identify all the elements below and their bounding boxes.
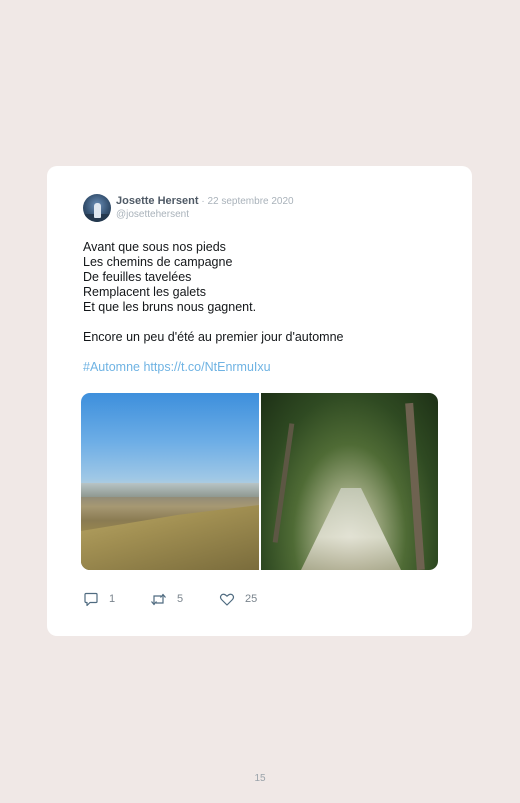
- poem-line: Remplacent les galets: [83, 285, 206, 299]
- tweet-actions: 1 5 25: [83, 591, 283, 607]
- author-name[interactable]: Josette Hersent: [116, 195, 199, 207]
- photo-trunk: [272, 423, 295, 543]
- url-link[interactable]: https://t.co/NtEnrmuIxu: [143, 360, 270, 374]
- hashtag-link[interactable]: #Automne: [83, 360, 140, 374]
- poem-line: De feuilles tavelées: [83, 270, 192, 284]
- avatar-figure: [94, 203, 101, 218]
- photo-trunk: [405, 402, 425, 570]
- like-button[interactable]: 25: [219, 591, 257, 607]
- tweet-media: [81, 393, 438, 570]
- tweet-text: Avant que sous nos pieds Les chemins de …: [83, 240, 443, 375]
- page-number: 15: [254, 773, 266, 784]
- tweet-card: Josette Hersent · 22 septembre 2020 @jos…: [47, 166, 472, 636]
- forest-path-photo[interactable]: [261, 393, 438, 570]
- poem-line: Les chemins de campagne: [83, 255, 233, 269]
- retweet-button[interactable]: 5: [150, 591, 183, 607]
- tweet-author-line: Josette Hersent · 22 septembre 2020: [116, 195, 294, 207]
- closing-line: Encore un peu d'été au premier jour d'au…: [83, 330, 344, 344]
- retweet-count: 5: [177, 593, 184, 605]
- retweet-icon: [150, 592, 167, 607]
- beach-photo[interactable]: [81, 393, 259, 570]
- poem-line: Avant que sous nos pieds: [83, 240, 226, 254]
- heart-icon: [219, 592, 235, 607]
- tweet-date[interactable]: 22 septembre 2020: [207, 196, 293, 207]
- reply-count: 1: [109, 593, 116, 605]
- photo-dune: [81, 505, 259, 570]
- author-handle[interactable]: @josettehersent: [116, 209, 189, 220]
- tweet-links: #Automne https://t.co/NtEnrmuIxu: [83, 360, 443, 375]
- poem-line: Et que les bruns nous gagnent.: [83, 300, 257, 314]
- reply-button[interactable]: 1: [83, 591, 115, 607]
- photo-sea: [81, 483, 259, 497]
- photo-path: [301, 488, 401, 570]
- avatar[interactable]: [83, 194, 111, 222]
- like-count: 25: [245, 593, 258, 605]
- reply-icon: [83, 592, 99, 607]
